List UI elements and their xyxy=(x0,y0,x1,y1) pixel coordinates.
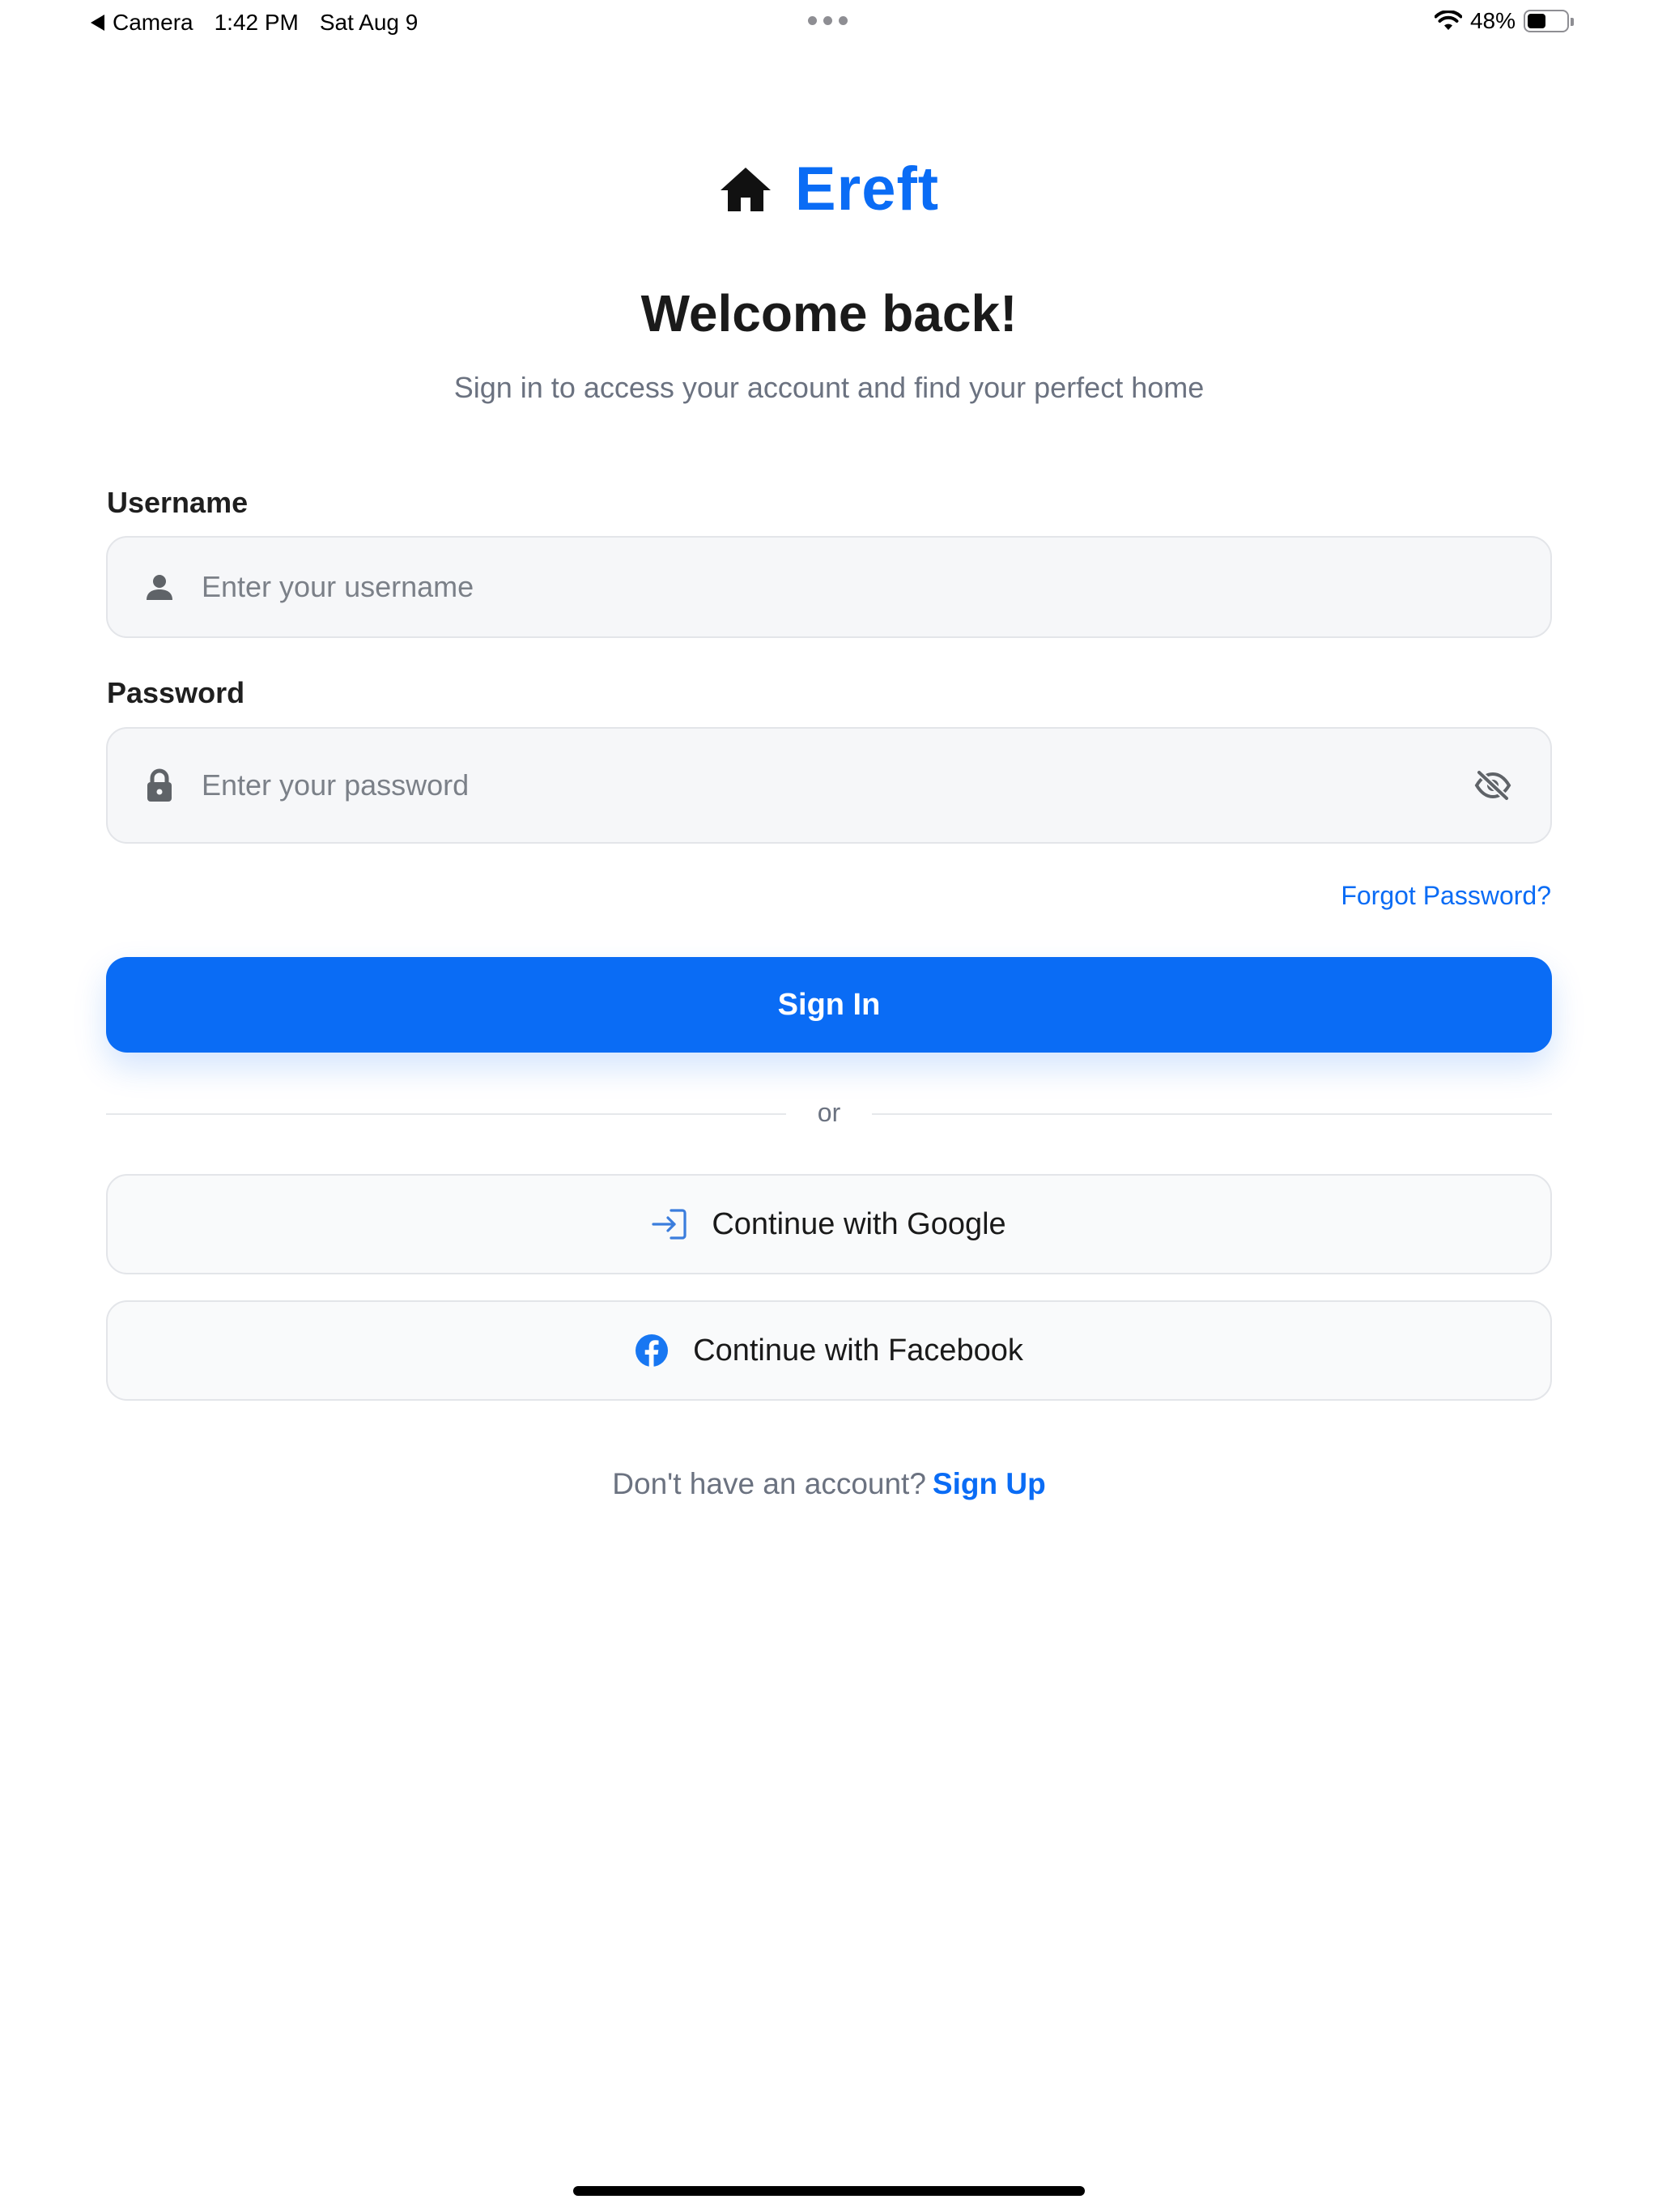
sign-in-button[interactable]: Sign In xyxy=(106,957,1552,1053)
back-arrow-icon[interactable] xyxy=(91,15,104,31)
password-input[interactable] xyxy=(202,768,1474,802)
or-divider: or xyxy=(106,1098,1552,1130)
forgot-password-link[interactable]: Forgot Password? xyxy=(1341,881,1551,911)
password-label: Password xyxy=(107,676,245,709)
continue-with-facebook-button[interactable]: Continue with Facebook xyxy=(106,1300,1552,1401)
signup-prompt-text: Don't have an account? xyxy=(612,1467,926,1500)
status-date: Sat Aug 9 xyxy=(319,10,419,35)
battery-icon xyxy=(1524,10,1574,32)
person-icon xyxy=(143,572,176,602)
back-app-label[interactable]: Camera xyxy=(113,10,193,36)
status-time: 1:42 PM xyxy=(214,10,299,35)
status-right: 48% xyxy=(1434,8,1574,34)
sign-up-link[interactable]: Sign Up xyxy=(933,1467,1046,1500)
username-label: Username xyxy=(107,486,249,519)
page-subtitle: Sign in to access your account and find … xyxy=(453,371,1205,404)
username-field-container[interactable] xyxy=(106,536,1552,638)
sign-in-arrow-icon xyxy=(652,1209,687,1240)
google-button-label: Continue with Google xyxy=(712,1206,1006,1241)
status-bar: Camera 1:42 PM Sat Aug 9 48% xyxy=(0,0,1658,45)
home-icon xyxy=(720,167,771,211)
eye-off-icon[interactable] xyxy=(1474,770,1511,801)
username-input[interactable] xyxy=(202,570,1550,604)
brand-logo: Ereft xyxy=(0,154,1658,224)
signup-prompt: Don't have an account? Sign Up xyxy=(0,1467,1658,1501)
lock-icon xyxy=(143,768,176,802)
brand-name: Ereft xyxy=(794,155,940,223)
wifi-icon xyxy=(1434,11,1462,30)
facebook-button-label: Continue with Facebook xyxy=(693,1333,1023,1368)
battery-percent: 48% xyxy=(1469,8,1516,33)
status-left: Camera 1:42 PM Sat Aug 9 xyxy=(91,10,439,36)
continue-with-google-button[interactable]: Continue with Google xyxy=(106,1174,1552,1274)
facebook-icon xyxy=(636,1334,669,1367)
page-title: Welcome back! xyxy=(640,284,1018,342)
home-indicator[interactable] xyxy=(573,2186,1085,2196)
multitasking-dots-icon[interactable] xyxy=(808,16,848,25)
password-field-container[interactable] xyxy=(106,727,1552,844)
